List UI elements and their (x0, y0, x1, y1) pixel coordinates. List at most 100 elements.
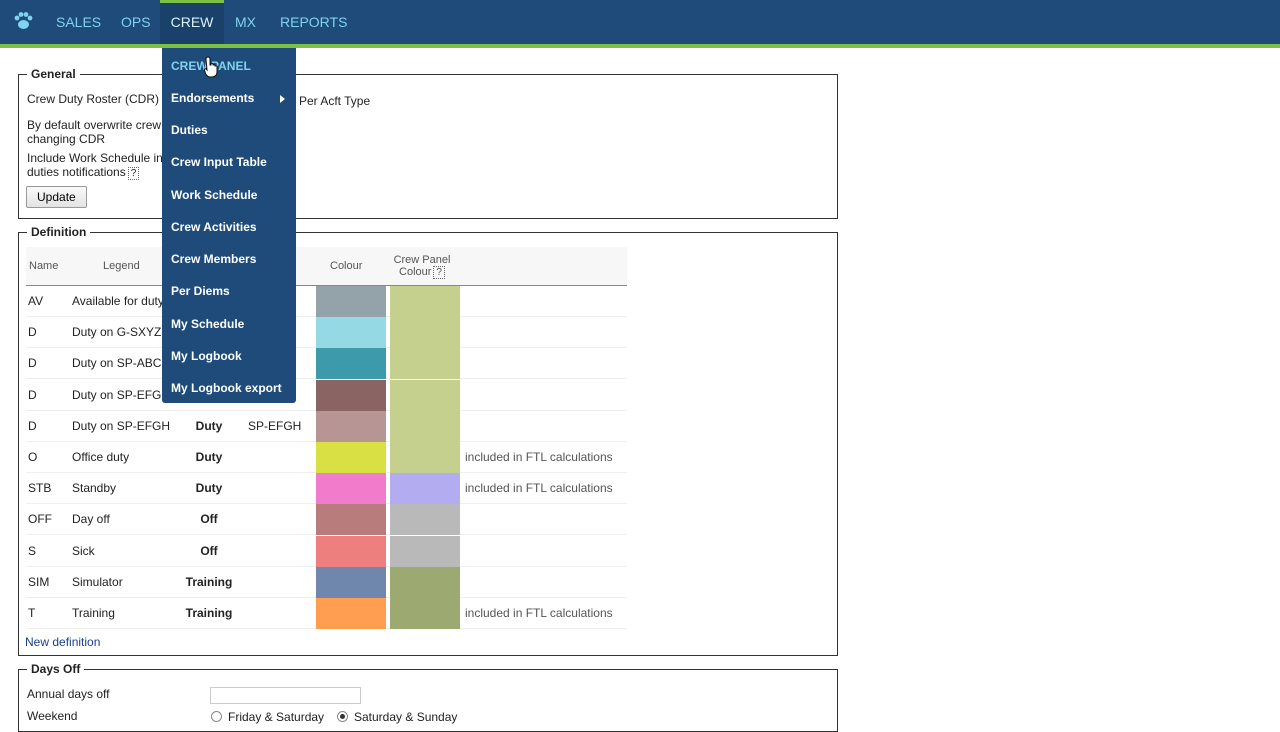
weekend-radio-fri-sat[interactable] (211, 711, 222, 722)
row-code: SIM (28, 575, 50, 589)
update-button[interactable]: Update (26, 186, 87, 208)
row-code: STB (28, 481, 52, 495)
row-colour-swatch[interactable] (316, 598, 386, 629)
row-code: D (28, 356, 37, 370)
nav-ops[interactable]: OPS (121, 0, 151, 44)
row-code: OFF (28, 512, 52, 526)
include-label-text: duties notifications (27, 165, 126, 179)
row-colour-swatch[interactable] (316, 442, 386, 473)
row-note: included in FTL calculations (465, 450, 613, 464)
annual-days-off-input[interactable] (210, 687, 361, 704)
table-row[interactable]: DDuty on SP-ABCDD (26, 348, 627, 379)
row-colour-swatch[interactable] (316, 504, 386, 535)
top-nav-bar: SALES OPS CREW MX REPORTS (0, 0, 1280, 44)
row-legend: Duty on SP-EFGH (72, 388, 171, 402)
row-legend: Duty on SP-ABCD (72, 356, 171, 370)
new-definition-link[interactable]: New definition (25, 635, 100, 649)
header-legend[interactable]: Legend (103, 247, 140, 285)
table-row[interactable]: AV Available for duty (26, 286, 627, 317)
row-type: Duty (195, 481, 223, 495)
row-type: Training (185, 606, 233, 620)
row-type: Off (200, 544, 218, 558)
header-crew-panel-line2: Colour? (399, 265, 445, 279)
menu-item-my-schedule[interactable]: My Schedule (171, 317, 244, 331)
row-colour-swatch[interactable] (316, 348, 386, 379)
nav-reports[interactable]: REPORTS (280, 0, 347, 44)
row-colour-swatch[interactable] (316, 536, 386, 567)
row-colour-swatch[interactable] (316, 380, 386, 411)
row-colour-swatch[interactable] (316, 567, 386, 598)
weekend-option-sat-sun: Saturday & Sunday (354, 710, 458, 724)
row-code: T (28, 606, 36, 620)
annual-days-off-label: Annual days off (27, 687, 110, 701)
menu-item-endorsements[interactable]: Endorsements (171, 91, 291, 105)
hand-pointer-icon (204, 56, 218, 78)
table-row[interactable]: S Sick Off (26, 536, 627, 567)
include-label-line1: Include Work Schedule in (27, 151, 163, 165)
row-type: Training (185, 575, 233, 589)
row-crew-panel-colour-swatch[interactable] (390, 286, 460, 317)
row-type: Duty (195, 419, 223, 433)
table-row[interactable]: SIM Simulator Training (26, 567, 627, 598)
menu-item-my-logbook-export[interactable]: My Logbook export (171, 381, 282, 395)
row-crew-panel-colour-swatch[interactable] (390, 504, 460, 535)
row-note: included in FTL calculations (465, 481, 613, 495)
table-row[interactable]: OFF Day off Off (26, 504, 627, 535)
row-legend: Office duty (72, 450, 130, 464)
row-legend: Training (72, 606, 115, 620)
paw-icon[interactable] (12, 10, 34, 32)
row-colour-swatch[interactable] (316, 286, 386, 317)
weekend-radio-sat-sun[interactable] (337, 711, 348, 722)
row-code: S (28, 544, 37, 558)
menu-item-crew-activities[interactable]: Crew Activities (171, 220, 257, 234)
days-off-legend: Days Off (31, 662, 81, 676)
nav-sales[interactable]: SALES (56, 0, 101, 44)
row-crew-panel-colour-swatch[interactable] (390, 317, 460, 348)
menu-item-work-schedule[interactable]: Work Schedule (171, 188, 257, 202)
row-note: included in FTL calculations (465, 606, 613, 620)
row-code: O (28, 450, 38, 464)
row-code: D (28, 419, 37, 433)
table-row[interactable]: D Duty on G-SXYZ (26, 317, 627, 348)
menu-item-per-diems[interactable]: Per Diems (171, 284, 230, 298)
menu-item-my-logbook[interactable]: My Logbook (171, 349, 242, 363)
row-legend: Standby (72, 481, 117, 495)
row-crew-panel-colour-swatch[interactable] (390, 567, 460, 598)
row-crew-panel-colour-swatch[interactable] (390, 380, 460, 411)
weekend-label: Weekend (27, 709, 78, 723)
table-row[interactable]: STB Standby Duty included in FTL calculatio… (26, 473, 627, 504)
row-crew-panel-colour-swatch[interactable] (390, 598, 460, 629)
table-row[interactable]: DDuty on SP-EFGHH (26, 380, 627, 411)
help-icon[interactable]: ? (433, 265, 445, 279)
nav-crew[interactable]: CREW (160, 0, 224, 44)
row-registration: SP-EFGH (248, 419, 302, 433)
row-crew-panel-colour-swatch[interactable] (390, 536, 460, 567)
row-code: D (28, 325, 37, 339)
definition-legend: Definition (31, 225, 87, 239)
menu-item-duties[interactable]: Duties (171, 123, 208, 137)
table-row[interactable]: D Duty on SP-EFGH Duty SP-EFGH (26, 411, 627, 442)
table-row[interactable]: T Training Training included in FTL calcula… (26, 598, 627, 629)
row-crew-panel-colour-swatch[interactable] (390, 442, 460, 473)
row-colour-swatch[interactable] (316, 411, 386, 442)
row-type: Off (200, 512, 218, 526)
row-colour-swatch[interactable] (316, 317, 386, 348)
row-code: D (28, 388, 37, 402)
cdr-label: Crew Duty Roster (CDR) (27, 92, 160, 106)
table-row[interactable]: O Office duty Duty included in FTL calculat… (26, 442, 627, 473)
menu-item-crew-input-table[interactable]: Crew Input Table (171, 155, 267, 169)
nav-mx[interactable]: MX (235, 0, 256, 44)
help-icon[interactable]: ? (127, 167, 140, 180)
header-crew-panel-text: Colour (399, 265, 432, 278)
row-colour-swatch[interactable] (316, 473, 386, 504)
cdr-option-label[interactable]: Per Acft Type (299, 94, 370, 108)
row-legend: Duty on SP-EFGH (72, 419, 171, 433)
menu-item-crew-members[interactable]: Crew Members (171, 252, 256, 266)
general-legend: General (31, 67, 76, 81)
chevron-right-icon (280, 95, 285, 103)
row-crew-panel-colour-swatch[interactable] (390, 411, 460, 442)
row-legend: Duty on G-SXYZ (72, 325, 162, 339)
row-crew-panel-colour-swatch[interactable] (390, 473, 460, 504)
row-crew-panel-colour-swatch[interactable] (390, 348, 460, 379)
header-name[interactable]: Name (29, 247, 58, 285)
